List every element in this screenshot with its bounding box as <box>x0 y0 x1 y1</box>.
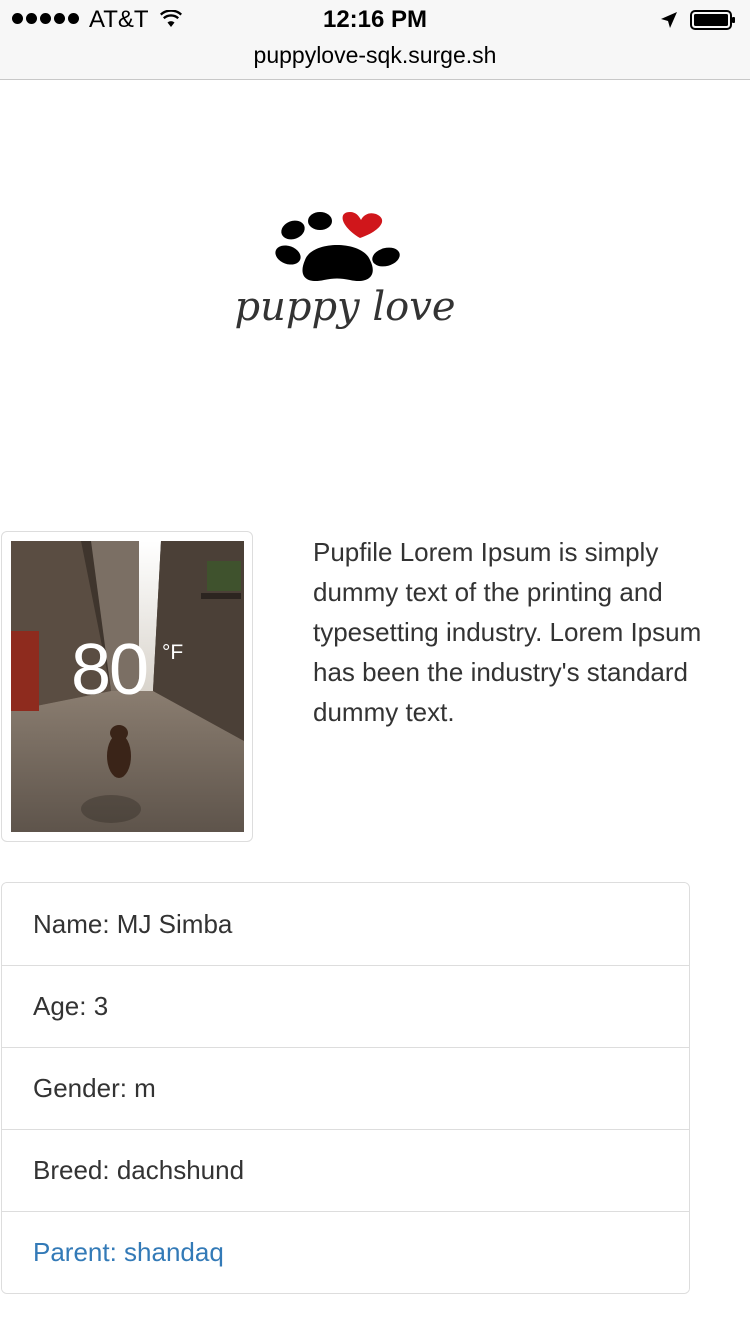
detail-age: Age: 3 <box>2 965 689 1047</box>
parent-link[interactable]: Parent: shandaq <box>2 1211 689 1293</box>
browser-status-bar: AT&T 12:16 PM puppylove-sqk.surge.sh <box>0 0 750 80</box>
location-arrow-icon <box>661 12 677 28</box>
detail-name: Name: MJ Simba <box>2 883 689 965</box>
temperature-unit: °F <box>162 641 184 664</box>
puppy-love-logo: puppy love <box>234 212 456 330</box>
pet-photo-card: 80 °F <box>1 531 253 842</box>
battery-icon <box>690 10 735 30</box>
logo-text: puppy love <box>234 284 455 330</box>
temperature-value: 80 <box>71 630 149 710</box>
status-time: 12:16 PM <box>322 6 428 33</box>
pet-photo: 80 °F <box>11 541 244 832</box>
profile-description: Pupfile Lorem Ipsum is simply dummy text… <box>313 537 702 727</box>
pet-details-list: Name: MJ Simba Age: 3 Gender: m Breed: d… <box>1 882 690 1294</box>
detail-breed: Breed: dachshund <box>2 1129 689 1211</box>
detail-gender: Gender: m <box>2 1047 689 1129</box>
address-bar-url[interactable]: puppylove-sqk.surge.sh <box>0 42 750 69</box>
